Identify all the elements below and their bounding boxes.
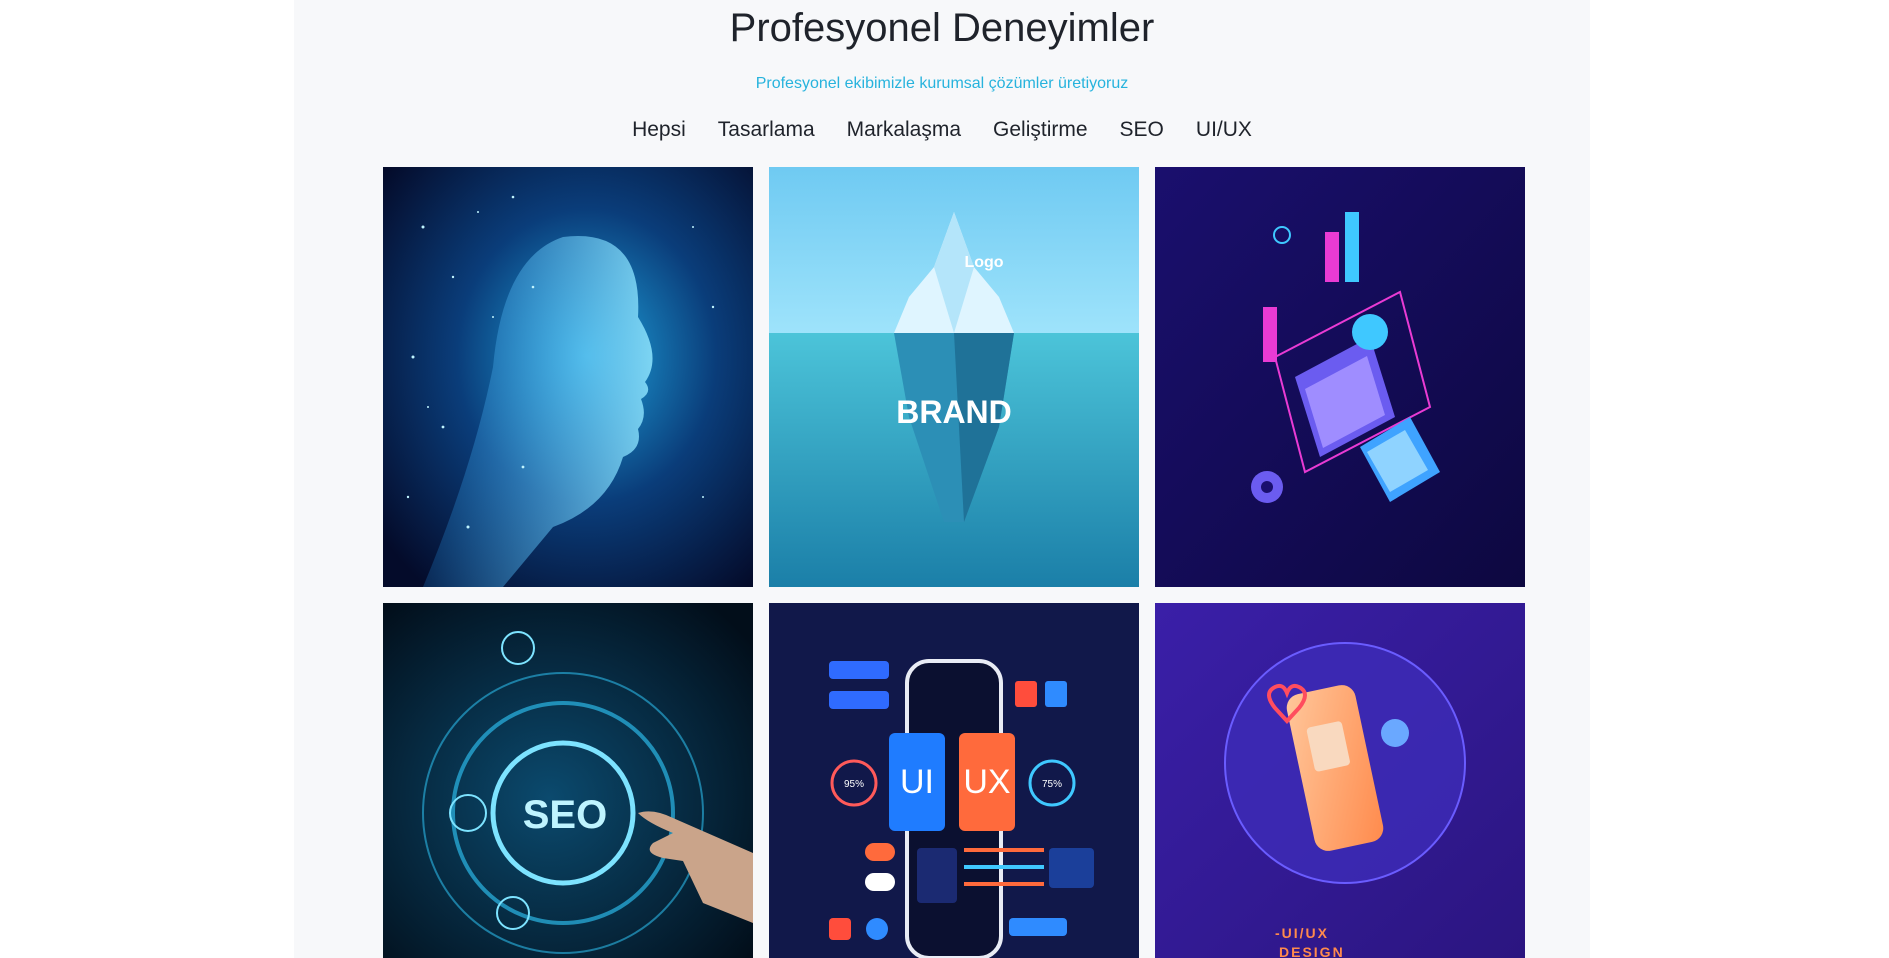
left-percent: 95%: [844, 779, 864, 790]
page-title: Profesyonel Deneyimler: [729, 6, 1155, 50]
uiux-phone-image: UI UX 95% 75%: [769, 603, 1139, 958]
design-caption-2: DESIGN: [1279, 944, 1345, 958]
filter-design[interactable]: Tasarlama: [718, 113, 815, 147]
ai-face-image: [383, 167, 753, 587]
seo-hand-image: SEO: [383, 603, 753, 958]
uiux-design-image: -UI/UX DESIGN: [1155, 603, 1525, 958]
portfolio-section: Profesyonel Deneyimler Profesyonel ekibi…: [294, 0, 1590, 958]
filter-uiux[interactable]: UI/UX: [1196, 113, 1252, 147]
ui-label: UI: [900, 763, 934, 801]
filter-branding[interactable]: Markalaşma: [847, 113, 961, 147]
portfolio-filter-nav: Hepsi Tasarlama Markalaşma Geliştirme SE…: [294, 113, 1590, 147]
ux-label: UX: [963, 763, 1010, 801]
design-caption: -UI/UX: [1275, 925, 1329, 941]
portfolio-item-uiux[interactable]: UI UX 95% 75%: [769, 603, 1139, 958]
right-percent: 75%: [1042, 779, 1062, 790]
brand-iceberg-image: Logo BRAND: [769, 167, 1139, 587]
iceberg-brand-text: BRAND: [896, 394, 1012, 430]
portfolio-item-seo[interactable]: SEO: [383, 603, 753, 958]
portfolio-item-brand[interactable]: Logo BRAND: [769, 167, 1139, 587]
seo-text: SEO: [523, 793, 607, 837]
filter-all[interactable]: Hepsi: [632, 113, 686, 147]
portfolio-item-development[interactable]: [1155, 167, 1525, 587]
portfolio-item-ai-face[interactable]: [383, 167, 753, 587]
page-subtitle: Profesyonel ekibimizle kurumsal çözümler…: [755, 75, 1129, 92]
isometric-laptop-image: [1155, 167, 1525, 587]
portfolio-item-design[interactable]: -UI/UX DESIGN: [1155, 603, 1525, 958]
filter-development[interactable]: Geliştirme: [993, 113, 1088, 147]
filter-seo[interactable]: SEO: [1120, 113, 1164, 147]
iceberg-logo-text: Logo: [964, 254, 1003, 271]
